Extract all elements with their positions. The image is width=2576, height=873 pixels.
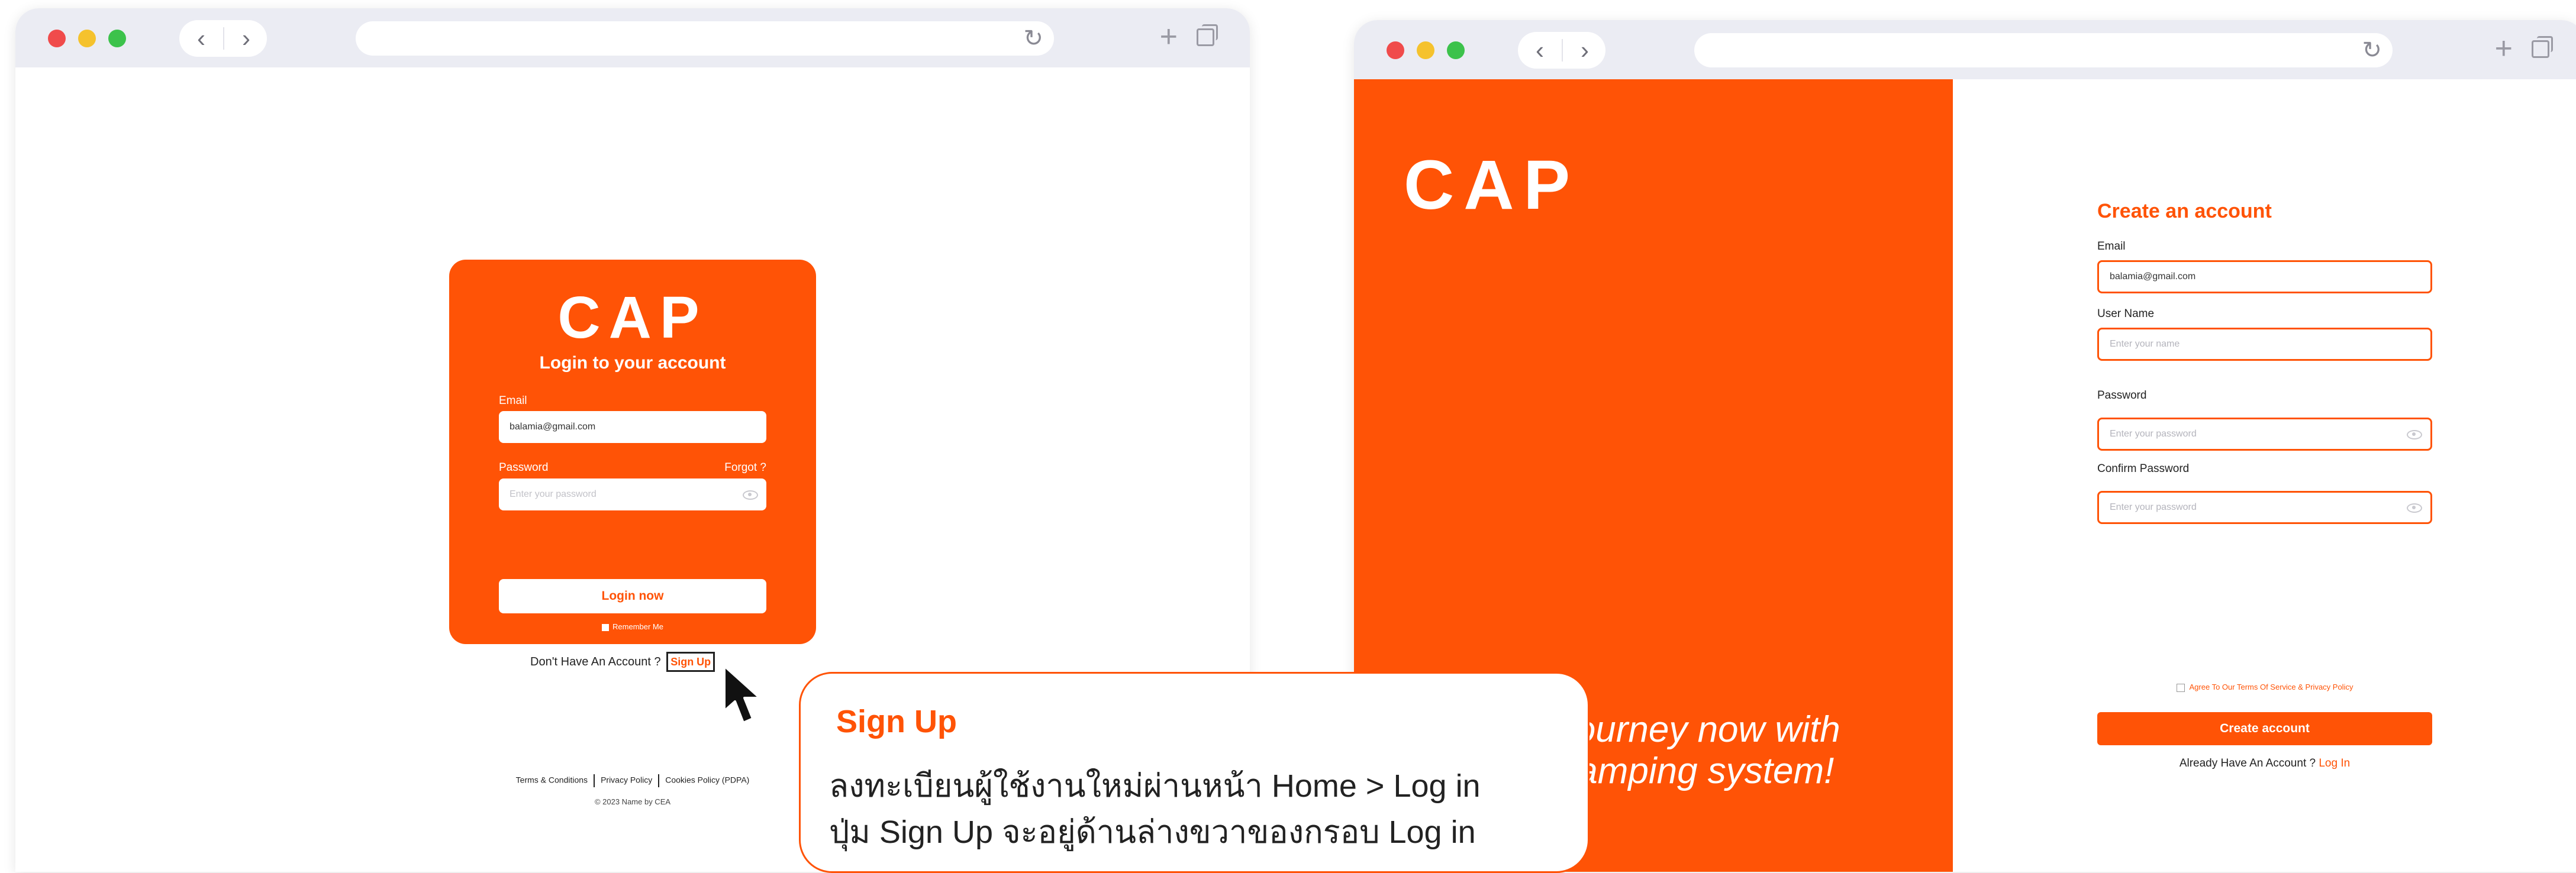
email-field[interactable]: balamia@gmail.com (499, 411, 766, 443)
cap-logo: CAP (557, 284, 708, 351)
cursor-arrow-icon (723, 665, 761, 724)
signup-prompt: Don't Have An Account ? Sign Up (530, 652, 715, 672)
callout-line-1: ลงทะเบียนผู้ใช้งานใหม่ผ่านหน้า Home > Lo… (829, 768, 1481, 804)
email-label: Email (499, 395, 527, 407)
password-field[interactable]: Enter your password (2097, 418, 2432, 451)
reload-icon[interactable]: ↻ (1023, 25, 1043, 52)
remember-label: Remember Me (612, 622, 663, 631)
tagline-line2: tamping system! (1567, 751, 1835, 791)
close-window-button[interactable] (1387, 41, 1404, 59)
username-label: User Name (2097, 308, 2155, 320)
signup-link[interactable]: Sign Up (666, 652, 715, 672)
minimize-window-button[interactable] (78, 30, 96, 47)
close-window-button[interactable] (48, 30, 66, 47)
password-label: Password (499, 461, 549, 474)
password-label: Password (2097, 389, 2147, 402)
back-arrow-icon[interactable]: ‹ (179, 20, 223, 57)
login-link[interactable]: Log In (2319, 757, 2350, 769)
terms-agreement[interactable]: Agree To Our Terms Of Service & Privacy … (2097, 683, 2432, 692)
callout-line-2: ปุ่ม Sign Up จะอยู่ด้านล่างขวาของกรอบ Lo… (829, 814, 1476, 850)
already-text: Already Have An Account ? (2179, 757, 2316, 769)
username-field[interactable]: Enter your name (2097, 328, 2432, 361)
forgot-password-link[interactable]: Forgot ? (724, 461, 766, 474)
eye-icon[interactable] (2407, 430, 2422, 439)
tabs-icon[interactable] (2532, 36, 2553, 58)
agree-text: Agree To Our Terms Of Service & Privacy … (2189, 683, 2353, 691)
nav-buttons: ‹ › (1518, 32, 1605, 69)
browser-toolbar: ‹ › ↻ + (15, 8, 1250, 67)
password-placeholder: Enter your password (2110, 429, 2197, 439)
forward-arrow-icon[interactable]: › (224, 20, 268, 57)
password-placeholder: Enter your password (510, 489, 597, 499)
terms-link[interactable]: Terms & Conditions (516, 775, 588, 785)
footer-divider (594, 774, 595, 787)
address-bar[interactable]: ↻ (1694, 33, 2393, 67)
form-title: Create an account (2097, 200, 2272, 222)
new-tab-icon[interactable]: + (2495, 31, 2513, 66)
nav-buttons: ‹ › (179, 20, 267, 57)
browser-toolbar: ‹ › ↻ + (1354, 20, 2576, 79)
back-arrow-icon[interactable]: ‹ (1518, 32, 1562, 69)
annotation-callout: Sign Up ลงทะเบียนผู้ใช้งานใหม่ผ่านหน้า H… (799, 672, 1590, 873)
tagline-line1: journey now with (1567, 709, 1840, 750)
callout-title: Sign Up (836, 704, 957, 739)
remember-checkbox[interactable] (602, 623, 610, 631)
no-account-text: Don't Have An Account ? (530, 655, 661, 668)
tabs-icon[interactable] (1197, 24, 1218, 46)
reload-icon[interactable]: ↻ (2362, 37, 2382, 64)
new-tab-icon[interactable]: + (1160, 19, 1178, 54)
address-bar[interactable]: ↻ (356, 21, 1054, 56)
login-button[interactable]: Login now (499, 579, 766, 613)
remember-me[interactable]: Remember Me (449, 622, 816, 631)
hero-tagline: journey now with tamping system! (1567, 709, 1840, 792)
login-card: CAP Login to your account Email balamia@… (449, 260, 816, 644)
eye-icon[interactable] (2407, 503, 2422, 513)
eye-icon[interactable] (743, 490, 758, 500)
minimize-window-button[interactable] (1417, 41, 1434, 59)
privacy-link[interactable]: Privacy Policy (601, 775, 652, 785)
forward-arrow-icon[interactable]: › (1563, 32, 1607, 69)
agree-checkbox[interactable] (2176, 683, 2185, 692)
maximize-window-button[interactable] (1447, 41, 1465, 59)
password-field[interactable]: Enter your password (499, 478, 766, 510)
confirm-password-field[interactable]: Enter your password (2097, 491, 2432, 524)
login-prompt: Already Have An Account ? Log In (2097, 757, 2432, 770)
confirm-placeholder: Enter your password (2110, 502, 2197, 512)
cookies-link[interactable]: Cookies Policy (PDPA) (665, 775, 749, 785)
maximize-window-button[interactable] (108, 30, 126, 47)
create-account-button[interactable]: Create account (2097, 712, 2432, 745)
confirm-password-label: Confirm Password (2097, 463, 2190, 475)
footer-divider (658, 774, 660, 787)
email-label: Email (2097, 240, 2126, 253)
login-title: Login to your account (539, 353, 726, 373)
cap-logo: CAP (1404, 146, 1580, 224)
email-field[interactable]: balamia@gmail.com (2097, 260, 2432, 293)
